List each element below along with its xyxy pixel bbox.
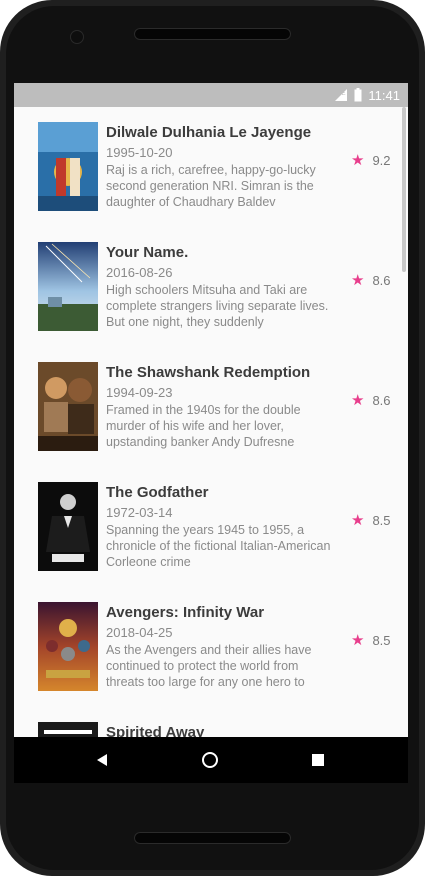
movie-list-item[interactable]: The Godfather 1972-03-14 Spanning the ye… <box>14 467 408 587</box>
movie-rating: ★ 8.5 <box>351 633 391 648</box>
movie-rating: ★ 8.6 <box>351 273 391 288</box>
star-icon: ★ <box>351 152 365 169</box>
movie-info: Your Name. 2016-08-26 High schoolers Mit… <box>106 243 334 330</box>
screen: LTE 11:41 Dilwale Dulhania Le Jayenge 19… <box>14 83 408 783</box>
star-icon: ★ <box>351 272 365 289</box>
movie-poster <box>38 242 98 331</box>
movie-release-date: 1994-09-23 <box>106 385 173 400</box>
top-speaker <box>134 28 291 40</box>
status-bar: LTE 11:41 <box>14 83 408 107</box>
movie-release-date: 1972-03-14 <box>106 505 173 520</box>
star-icon: ★ <box>351 632 365 649</box>
movie-release-date: 2016-08-26 <box>106 265 173 280</box>
star-icon: ★ <box>351 512 365 529</box>
home-icon[interactable] <box>199 749 221 771</box>
movie-poster <box>38 482 98 571</box>
movie-title: Dilwale Dulhania Le Jayenge <box>106 124 312 141</box>
lte-signal-icon: LTE <box>334 88 348 102</box>
rating-value: 8.6 <box>372 273 391 288</box>
movie-overview: As the Avengers and their allies have co… <box>106 643 312 689</box>
recents-icon[interactable] <box>307 749 329 771</box>
rating-value: 8.5 <box>372 513 391 528</box>
movie-list-item[interactable]: The Shawshank Redemption 1994-09-23 Fram… <box>14 347 408 467</box>
movie-release-date: 2018-04-25 <box>106 625 173 640</box>
movie-list-item[interactable]: Your Name. 2016-08-26 High schoolers Mit… <box>14 227 408 347</box>
scrollbar[interactable] <box>402 107 406 272</box>
rating-value: 8.6 <box>372 393 391 408</box>
movie-poster <box>38 722 98 737</box>
movie-rating: ★ 8.6 <box>351 393 391 408</box>
movie-info: Spirited Away <box>106 723 334 737</box>
movie-list-item[interactable]: Avengers: Infinity War 2018-04-25 As the… <box>14 587 408 707</box>
status-time: 11:41 <box>368 87 400 103</box>
movie-release-date: 1995-10-20 <box>106 145 173 160</box>
movie-info: Dilwale Dulhania Le Jayenge 1995-10-20 R… <box>106 123 334 210</box>
rating-value: 8.5 <box>372 633 391 648</box>
bottom-speaker <box>134 832 291 844</box>
star-icon: ★ <box>351 392 365 409</box>
rating-value: 9.2 <box>372 153 391 168</box>
movie-poster <box>38 122 98 211</box>
movie-poster <box>38 602 98 691</box>
back-icon[interactable] <box>91 749 113 771</box>
svg-text:LTE: LTE <box>335 91 346 97</box>
phone-frame: LTE 11:41 Dilwale Dulhania Le Jayenge 19… <box>0 0 425 876</box>
movie-list[interactable]: Dilwale Dulhania Le Jayenge 1995-10-20 R… <box>14 107 408 737</box>
movie-overview: Framed in the 1940s for the double murde… <box>106 403 301 449</box>
movie-list-item[interactable]: Spirited Away <box>14 707 408 737</box>
movie-overview: Raj is a rich, carefree, happy-go-lucky … <box>106 163 316 209</box>
movie-overview: High schoolers Mitsuha and Taki are comp… <box>106 283 329 329</box>
movie-title: The Godfather <box>106 484 209 501</box>
movie-title: Spirited Away <box>106 724 205 737</box>
movie-title: The Shawshank Redemption <box>106 364 311 381</box>
movie-overview: Spanning the years 1945 to 1955, a chron… <box>106 523 331 569</box>
movie-rating: ★ 8.5 <box>351 513 391 528</box>
movie-rating: ★ 9.2 <box>351 153 391 168</box>
movie-list-item[interactable]: Dilwale Dulhania Le Jayenge 1995-10-20 R… <box>14 107 408 227</box>
movie-title: Avengers: Infinity War <box>106 604 265 621</box>
movie-info: The Godfather 1972-03-14 Spanning the ye… <box>106 483 334 570</box>
movie-poster <box>38 362 98 451</box>
navigation-bar <box>14 737 408 783</box>
movie-info: Avengers: Infinity War 2018-04-25 As the… <box>106 603 334 690</box>
movie-title: Your Name. <box>106 244 189 261</box>
battery-icon <box>354 88 362 102</box>
movie-info: The Shawshank Redemption 1994-09-23 Fram… <box>106 363 334 450</box>
front-camera <box>71 31 83 43</box>
